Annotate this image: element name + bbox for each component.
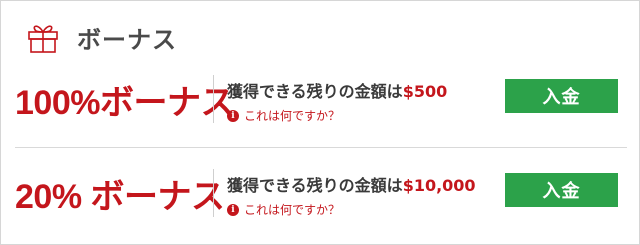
bonus-panel: ボーナス 100%ボーナス 獲得できる残りの金額は$500 i これは何ですか？…	[0, 0, 640, 245]
remaining-label: 獲得できる残りの金額は	[227, 82, 403, 101]
help-link-text[interactable]: これは何ですか？	[244, 201, 340, 218]
deposit-button[interactable]: 入金	[505, 79, 618, 113]
remaining-amount-line: 獲得できる残りの金額は$10,000	[227, 172, 476, 196]
bonus-row: 20% ボーナス 獲得できる残りの金額は$10,000 i これは何ですか？ 入…	[1, 163, 639, 223]
bonus-header: ボーナス	[25, 19, 177, 55]
bonus-row: 100%ボーナス 獲得できる残りの金額は$500 i これは何ですか？ 入金	[1, 69, 639, 129]
bonus-info: 獲得できる残りの金額は$500 i これは何ですか？	[227, 78, 447, 124]
remaining-label: 獲得できる残りの金額は	[227, 176, 403, 195]
vertical-divider	[213, 169, 214, 217]
help-link[interactable]: i これは何ですか？	[227, 107, 447, 124]
page-title: ボーナス	[77, 25, 177, 54]
vertical-divider	[213, 75, 214, 123]
bonus-info: 獲得できる残りの金額は$10,000 i これは何ですか？	[227, 172, 476, 218]
row-divider	[15, 147, 627, 148]
remaining-amount: $10,000	[402, 176, 476, 195]
help-link-text[interactable]: これは何ですか？	[244, 107, 340, 124]
help-link[interactable]: i これは何ですか？	[227, 201, 476, 218]
bonus-label: 100%ボーナス	[15, 84, 234, 122]
info-icon: i	[227, 109, 239, 122]
deposit-button[interactable]: 入金	[505, 173, 618, 207]
bonus-label: 20% ボーナス	[15, 178, 225, 216]
info-icon: i	[227, 203, 239, 216]
gift-icon	[28, 25, 58, 53]
remaining-amount-line: 獲得できる残りの金額は$500	[227, 78, 447, 102]
remaining-amount: $500	[402, 82, 448, 101]
